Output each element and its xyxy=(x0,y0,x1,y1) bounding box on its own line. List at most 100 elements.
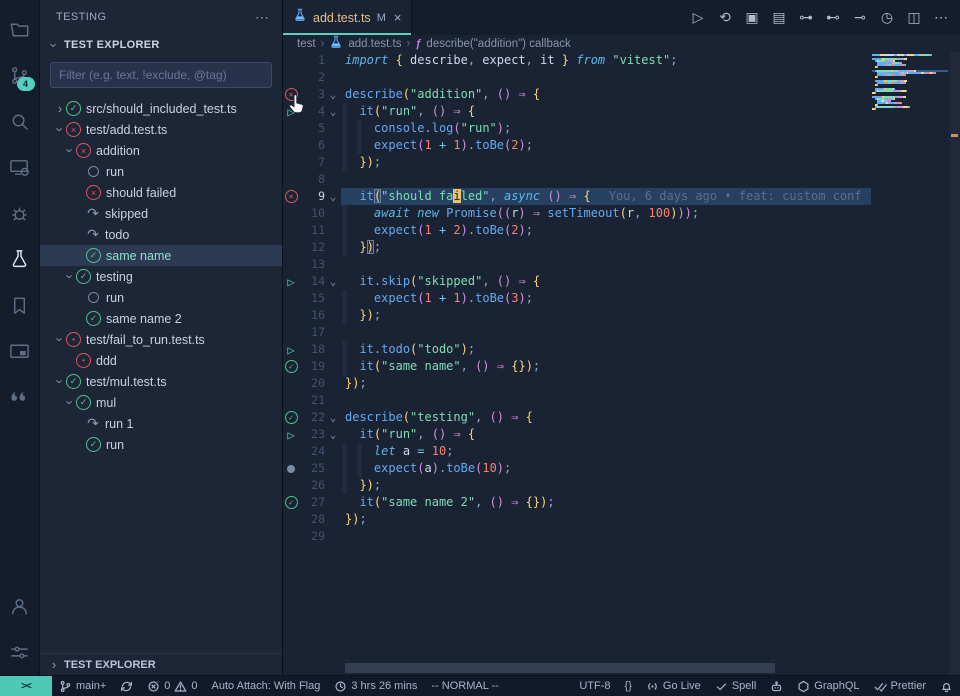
activity-bar-item-screencast[interactable] xyxy=(0,328,40,374)
status-item-copilot[interactable] xyxy=(763,676,790,696)
code-line-14[interactable]: ▷14⌄ it.skip("skipped", () ⇒ { xyxy=(283,273,873,290)
activity-bar-item-search[interactable] xyxy=(0,98,40,144)
status-item-encoding[interactable]: UTF-8 xyxy=(572,676,617,696)
horizontal-scrollbar[interactable] xyxy=(345,663,775,673)
code-line-19[interactable]: ✓19 it("same name", () ⇒ {}); xyxy=(283,358,873,375)
fold-chevron-icon[interactable]: ⌄ xyxy=(325,103,341,120)
fold-chevron-icon[interactable]: ⌄ xyxy=(325,188,341,205)
status-item-remote[interactable]: >< xyxy=(0,676,52,696)
code-line-24[interactable]: 24 let a = 10; xyxy=(283,443,873,460)
fold-chevron-icon[interactable]: ⌄ xyxy=(325,86,341,103)
test-tree-item-test-mul-test-ts[interactable]: ›✓test/mul.test.ts xyxy=(40,371,282,392)
test-tree-item-run[interactable]: run xyxy=(40,161,282,182)
code-line-3[interactable]: ×3⌄describe("addition", () ⇒ { xyxy=(283,86,873,103)
gutter-test-dot-icon[interactable] xyxy=(283,460,299,477)
chevron-down-icon[interactable]: › xyxy=(53,376,68,388)
test-tree-item-testing[interactable]: ›✓testing xyxy=(40,266,282,287)
activity-bar-item-accounts[interactable] xyxy=(0,583,40,629)
status-item-language-mode[interactable]: {} xyxy=(618,676,639,696)
gutter-test-pass-icon[interactable]: ✓ xyxy=(283,494,299,511)
gutter-test-fail-icon[interactable]: × xyxy=(283,86,299,103)
test-tree-item-ddd[interactable]: •ddd xyxy=(40,350,282,371)
vertical-scrollbar[interactable] xyxy=(950,52,960,675)
code-line-1[interactable]: 1import { describe, expect, it } from "v… xyxy=(283,52,873,69)
code-line-11[interactable]: 11 expect(1 + 2).toBe(2); xyxy=(283,222,873,239)
activity-bar-item-run-and-debug[interactable] xyxy=(0,190,40,236)
code-line-23[interactable]: ▷23⌄ it("run", () ⇒ { xyxy=(283,426,873,443)
fold-chevron-icon[interactable]: ⌄ xyxy=(325,426,341,443)
test-tree-item-addition[interactable]: ›×addition xyxy=(40,140,282,161)
code-line-15[interactable]: 15 expect(1 + 1).toBe(3); xyxy=(283,290,873,307)
status-item-spell[interactable]: Spell xyxy=(708,676,763,696)
breadcrumb-folder[interactable]: test xyxy=(297,38,316,50)
status-item-git-branch[interactable]: main+ xyxy=(52,676,113,696)
test-tree-item-run-1[interactable]: ↷run 1 xyxy=(40,413,282,434)
chevron-down-icon[interactable]: › xyxy=(63,145,78,157)
code-line-9[interactable]: ×9⌄ it("should failed", async () ⇒ {You,… xyxy=(283,188,873,205)
status-item-auto-attach[interactable]: Auto Attach: With Flag xyxy=(205,676,328,696)
gutter-test-pass-icon[interactable]: ✓ xyxy=(283,409,299,426)
code-line-28[interactable]: 28}); xyxy=(283,511,873,528)
code-line-2[interactable]: 2 xyxy=(283,69,873,86)
gutter-test-play-icon[interactable]: ▷ xyxy=(283,341,299,358)
activity-bar-item-explorer[interactable] xyxy=(0,6,40,52)
test-tree-item-run[interactable]: ✓run xyxy=(40,434,282,455)
inline-chat-mid-icon[interactable]: ⊷ xyxy=(824,9,842,26)
breadcrumb-file[interactable]: add.test.ts xyxy=(348,38,401,50)
tab-add-test-ts[interactable]: add.test.ts M × xyxy=(283,0,412,35)
run-tests-icon[interactable]: ▷ xyxy=(689,9,707,26)
code-line-13[interactable]: 13 xyxy=(283,256,873,273)
code-line-8[interactable]: 8 xyxy=(283,171,873,188)
test-tree-item-same-name-2[interactable]: ✓same name 2 xyxy=(40,308,282,329)
activity-bar-item-quotes[interactable] xyxy=(0,374,40,420)
status-item-notifications[interactable] xyxy=(933,676,960,696)
test-tree-item-run[interactable]: run xyxy=(40,287,282,308)
code-line-27[interactable]: ✓27 it("same name 2", () ⇒ {}); xyxy=(283,494,873,511)
activity-bar-item-settings[interactable] xyxy=(0,629,40,675)
code-line-12[interactable]: 12 }); xyxy=(283,239,873,256)
test-tree-item-test-add-test-ts[interactable]: ›×test/add.test.ts xyxy=(40,119,282,140)
chevron-down-icon[interactable]: › xyxy=(63,397,78,409)
code-editor[interactable]: 1import { describe, expect, it } from "v… xyxy=(283,52,960,675)
minimap[interactable] xyxy=(872,54,948,112)
chevron-down-icon[interactable]: › xyxy=(53,124,68,136)
test-tree-item-src-should-included-test-ts[interactable]: ›✓src/should_included_test.ts xyxy=(40,98,282,119)
code-line-21[interactable]: 21 xyxy=(283,392,873,409)
sidebar-more-actions-icon[interactable]: ⋯ xyxy=(255,9,270,26)
section-header-test-explorer[interactable]: › TEST EXPLORER xyxy=(40,34,282,56)
test-filter-input[interactable] xyxy=(50,62,272,88)
code-line-6[interactable]: 6 expect(1 + 1).toBe(2); xyxy=(283,137,873,154)
test-tree-item-test-fail-to-run-test-ts[interactable]: ›•test/fail_to_run.test.ts xyxy=(40,329,282,350)
gutter-test-play-icon[interactable]: ▷ xyxy=(283,103,299,120)
test-tree-item-same-name[interactable]: ✓same name xyxy=(40,245,282,266)
activity-bar-item-source-control[interactable]: 4 xyxy=(0,52,40,98)
more-actions-icon[interactable]: ⋯ xyxy=(932,9,950,26)
status-item-go-live[interactable]: Go Live xyxy=(639,676,708,696)
code-line-5[interactable]: 5 console.log("run"); xyxy=(283,120,873,137)
gutter-test-pass-icon[interactable]: ✓ xyxy=(283,358,299,375)
status-item-vim-mode[interactable]: -- NORMAL -- xyxy=(424,676,505,696)
breadcrumb-symbol[interactable]: describe("addition") callback xyxy=(426,38,570,50)
activity-bar-item-bookmarks[interactable] xyxy=(0,282,40,328)
timeline-icon[interactable]: ⟲ xyxy=(716,9,734,26)
status-item-sync[interactable] xyxy=(113,676,140,696)
test-tree-item-todo[interactable]: ↷todo xyxy=(40,224,282,245)
code-line-10[interactable]: 10 await new Promise((r) ⇒ setTimeout(r,… xyxy=(283,205,873,222)
code-line-22[interactable]: ✓22⌄describe("testing", () ⇒ { xyxy=(283,409,873,426)
open-preview-icon[interactable]: ▤ xyxy=(770,9,788,26)
test-tree-item-skipped[interactable]: ↷skipped xyxy=(40,203,282,224)
status-item-prettier[interactable]: Prettier xyxy=(867,676,933,696)
test-tree-item-should-failed[interactable]: ×should failed xyxy=(40,182,282,203)
activity-bar-item-remote-explorer[interactable] xyxy=(0,144,40,190)
close-tab-icon[interactable]: × xyxy=(394,10,402,25)
code-line-18[interactable]: ▷18 it.todo("todo"); xyxy=(283,341,873,358)
code-line-29[interactable]: 29 xyxy=(283,528,873,545)
run-or-debug-icon[interactable]: ◷ xyxy=(878,9,896,26)
status-item-graphql[interactable]: GraphQL xyxy=(790,676,866,696)
fold-chevron-icon[interactable]: ⌄ xyxy=(325,409,341,426)
code-line-17[interactable]: 17 xyxy=(283,324,873,341)
code-line-7[interactable]: 7 }); xyxy=(283,154,873,171)
inline-chat-end-icon[interactable]: ⊸ xyxy=(851,9,869,26)
gutter-test-play-icon[interactable]: ▷ xyxy=(283,426,299,443)
code-line-26[interactable]: 26 }); xyxy=(283,477,873,494)
